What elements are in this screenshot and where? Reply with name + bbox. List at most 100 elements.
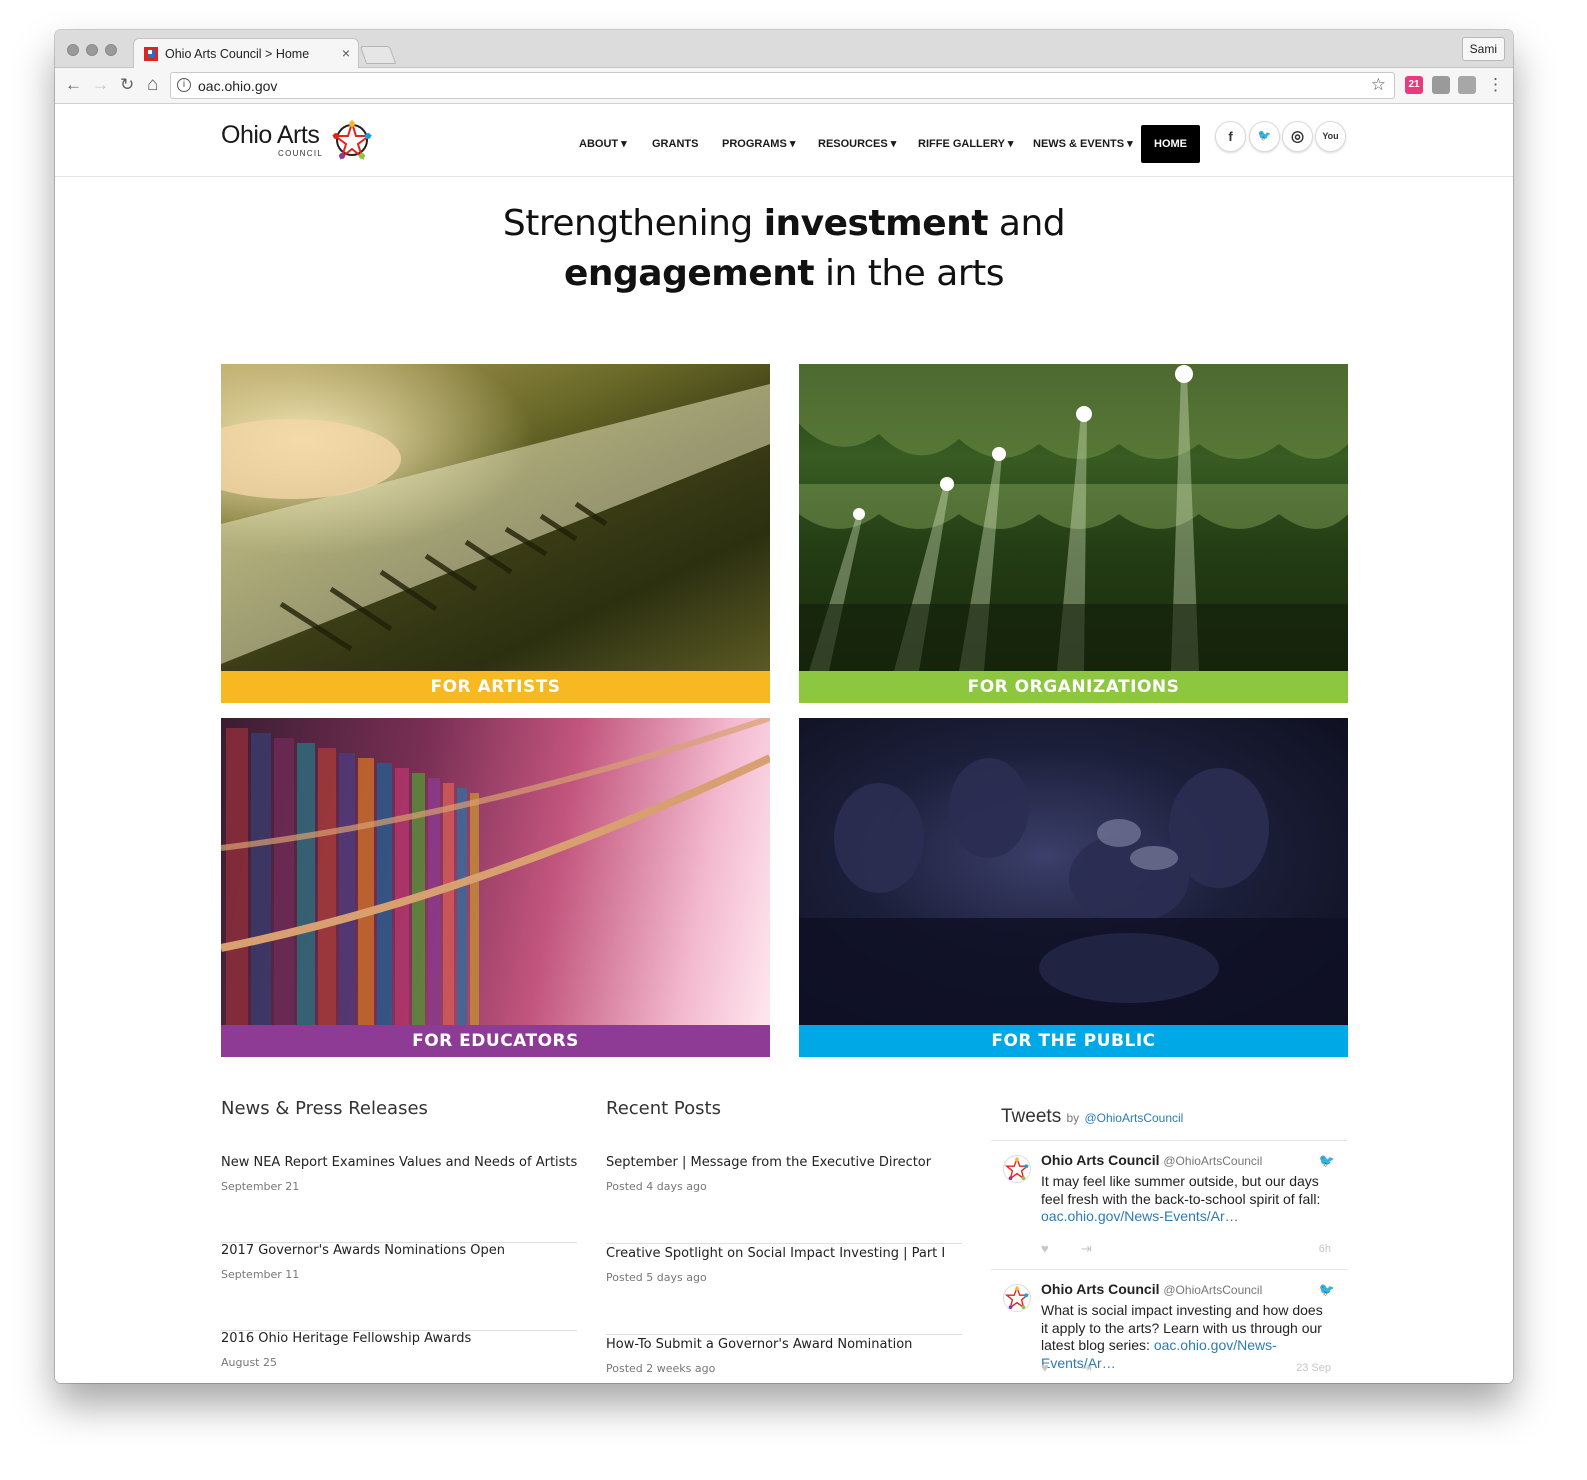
tweet-time[interactable]: 6h — [1319, 1243, 1331, 1255]
home-icon[interactable]: ⌂ — [147, 74, 158, 96]
nav-riffe-gallery[interactable]: RIFFE GALLERY ▾ — [918, 125, 1013, 163]
address-bar[interactable]: i oac.ohio.gov ☆ — [170, 72, 1395, 99]
new-tab-button[interactable] — [359, 46, 397, 64]
news-item-date: September 21 — [221, 1180, 300, 1193]
tile-for-the-public[interactable]: FOR THE PUBLIC — [799, 718, 1348, 1057]
hero-heading: Strengthening investment and engagement … — [55, 199, 1513, 299]
tab-strip: Ohio Arts Council > Home × Sami — [55, 30, 1513, 69]
nav-about[interactable]: ABOUT ▾ — [579, 125, 627, 163]
twitter-icon[interactable]: 🐦 — [1249, 121, 1280, 152]
hero-text: Strengthening — [502, 203, 764, 244]
post-item-title[interactable]: September | Message from the Executive D… — [606, 1155, 931, 1170]
browser-toolbar: ← → ↻ ⌂ i oac.ohio.gov ☆ 21 ⋮ — [55, 68, 1513, 104]
twitter-bird-icon: 🐦 — [1318, 1282, 1335, 1297]
news-item-date: August 25 — [221, 1356, 277, 1369]
tile-label: FOR THE PUBLIC — [799, 1025, 1348, 1057]
like-icon[interactable]: ♥ — [1041, 1241, 1049, 1256]
tile-label: FOR EDUCATORS — [221, 1025, 770, 1057]
avatar[interactable] — [1003, 1155, 1031, 1183]
tile-for-organizations[interactable]: FOR ORGANIZATIONS — [799, 364, 1348, 703]
post-item-title[interactable]: Creative Spotlight on Social Impact Inve… — [606, 1246, 945, 1261]
news-item[interactable]: 2016 Ohio Heritage Fellowship Awards Aug… — [221, 1331, 577, 1383]
tile-for-educators[interactable]: FOR EDUCATORS — [221, 718, 770, 1057]
theater-image — [799, 364, 1348, 671]
close-window-button[interactable] — [67, 44, 79, 56]
tile-label: FOR ARTISTS — [221, 671, 770, 703]
news-item[interactable]: New NEA Report Examines Values and Needs… — [221, 1155, 577, 1243]
extension-f-icon[interactable] — [1458, 76, 1476, 94]
ohio-arts-council-logo[interactable]: Ohio Arts COUNCIL — [221, 117, 381, 167]
post-item[interactable]: Creative Spotlight on Social Impact Inve… — [606, 1246, 962, 1335]
forward-arrow-icon[interactable]: → — [92, 74, 109, 96]
tweets-heading: Tweets by @OhioArtsCouncil — [1001, 1106, 1183, 1128]
news-item-title[interactable]: 2017 Governor's Awards Nominations Open — [221, 1243, 505, 1258]
browser-menu-icon[interactable]: ⋮ — [1487, 74, 1504, 96]
tweet[interactable]: Ohio Arts Council @OhioArtsCouncil 🐦 It … — [991, 1140, 1347, 1269]
tweets-handle-link[interactable]: @OhioArtsCouncil — [1084, 1111, 1183, 1125]
post-item[interactable]: September | Message from the Executive D… — [606, 1155, 962, 1244]
tweet-time[interactable]: 23 Sep — [1296, 1362, 1331, 1374]
news-item[interactable]: 2017 Governor's Awards Nominations Open … — [221, 1243, 577, 1331]
minimize-window-button[interactable] — [86, 44, 98, 56]
tweet[interactable]: Ohio Arts Council @OhioArtsCouncil 🐦 Wha… — [991, 1269, 1347, 1383]
tweet-author-handle[interactable]: @OhioArtsCouncil — [1163, 1154, 1262, 1168]
tab-close-icon[interactable]: × — [342, 45, 350, 61]
tweet-author-handle[interactable]: @OhioArtsCouncil — [1163, 1283, 1262, 1297]
site-header: Ohio Arts COUNCIL ABOUT ▾ GRANTS PROGRAM… — [55, 105, 1513, 177]
calendar-extension-icon[interactable]: 21 — [1405, 76, 1423, 94]
profile-button[interactable]: Sami — [1461, 37, 1505, 61]
zoom-window-button[interactable] — [105, 44, 117, 56]
post-item[interactable]: How-To Submit a Governor's Award Nominat… — [606, 1337, 962, 1383]
hero-line-1: Strengthening investment and — [55, 199, 1513, 249]
browser-window: Ohio Arts Council > Home × Sami ← → ↻ ⌂ … — [55, 30, 1513, 1383]
youtube-icon[interactable]: You — [1315, 121, 1346, 152]
like-icon[interactable]: ♥ — [1041, 1360, 1049, 1375]
tweet-body: It may feel like summer outside, but our… — [1041, 1173, 1321, 1207]
back-arrow-icon[interactable]: ← — [65, 74, 82, 96]
tile-label: FOR ORGANIZATIONS — [799, 671, 1348, 703]
tweet-link[interactable]: oac.ohio.gov/News-Events/Ar… — [1041, 1208, 1239, 1224]
post-item-title[interactable]: How-To Submit a Governor's Award Nominat… — [606, 1337, 912, 1352]
url-text[interactable]: oac.ohio.gov — [198, 78, 277, 94]
tile-for-artists[interactable]: FOR ARTISTS — [221, 364, 770, 703]
tweet-author[interactable]: Ohio Arts Council @OhioArtsCouncil — [1041, 1281, 1262, 1297]
avatar[interactable] — [1003, 1284, 1031, 1312]
reload-icon[interactable]: ↻ — [120, 74, 134, 96]
nav-grants[interactable]: GRANTS — [652, 125, 698, 163]
share-icon[interactable]: ⇥ — [1081, 1241, 1092, 1257]
posts-heading: Recent Posts — [606, 1098, 721, 1119]
news-item-title[interactable]: 2016 Ohio Heritage Fellowship Awards — [221, 1331, 471, 1346]
share-icon[interactable]: ⇥ — [1081, 1360, 1092, 1376]
post-item-date: Posted 5 days ago — [606, 1271, 707, 1284]
nav-news-events[interactable]: NEWS & EVENTS ▾ — [1033, 125, 1133, 163]
extension-icon[interactable] — [1432, 76, 1450, 94]
tweet-author-name[interactable]: Ohio Arts Council — [1041, 1152, 1159, 1168]
twitter-bird-icon: 🐦 — [1318, 1153, 1335, 1168]
news-heading: News & Press Releases — [221, 1098, 428, 1119]
library-image — [221, 718, 770, 1025]
tweet-author-name[interactable]: Ohio Arts Council — [1041, 1281, 1159, 1297]
nav-resources[interactable]: RESOURCES ▾ — [818, 125, 896, 163]
bookmark-star-icon[interactable]: ☆ — [1371, 75, 1386, 95]
website: Ohio Arts COUNCIL ABOUT ▾ GRANTS PROGRAM… — [55, 105, 1513, 1383]
hero-text: and — [987, 203, 1066, 244]
post-item-date: Posted 4 days ago — [606, 1180, 707, 1193]
instagram-icon[interactable]: ◎ — [1282, 121, 1313, 152]
nav-programs[interactable]: PROGRAMS ▾ — [722, 125, 795, 163]
active-tab[interactable]: Ohio Arts Council > Home × — [133, 38, 359, 69]
news-item-title[interactable]: New NEA Report Examines Values and Needs… — [221, 1155, 577, 1170]
hero-emphasis: engagement — [563, 253, 815, 294]
facebook-icon[interactable]: f — [1215, 121, 1246, 152]
info-icon[interactable]: i — [177, 78, 191, 92]
tweets-by: by — [1066, 1111, 1080, 1125]
logo-text: Ohio Arts — [221, 121, 320, 149]
post-item-date: Posted 2 weeks ago — [606, 1362, 716, 1375]
tweet-text: It may feel like summer outside, but our… — [1041, 1173, 1331, 1226]
audience-image — [799, 718, 1348, 1025]
nav-home[interactable]: HOME — [1141, 125, 1200, 163]
hero-emphasis: investment — [763, 203, 989, 244]
tweet-author[interactable]: Ohio Arts Council @OhioArtsCouncil — [1041, 1152, 1262, 1168]
news-item-date: September 11 — [221, 1268, 300, 1281]
piano-image — [221, 364, 770, 671]
logo-subtext: COUNCIL — [278, 149, 324, 158]
